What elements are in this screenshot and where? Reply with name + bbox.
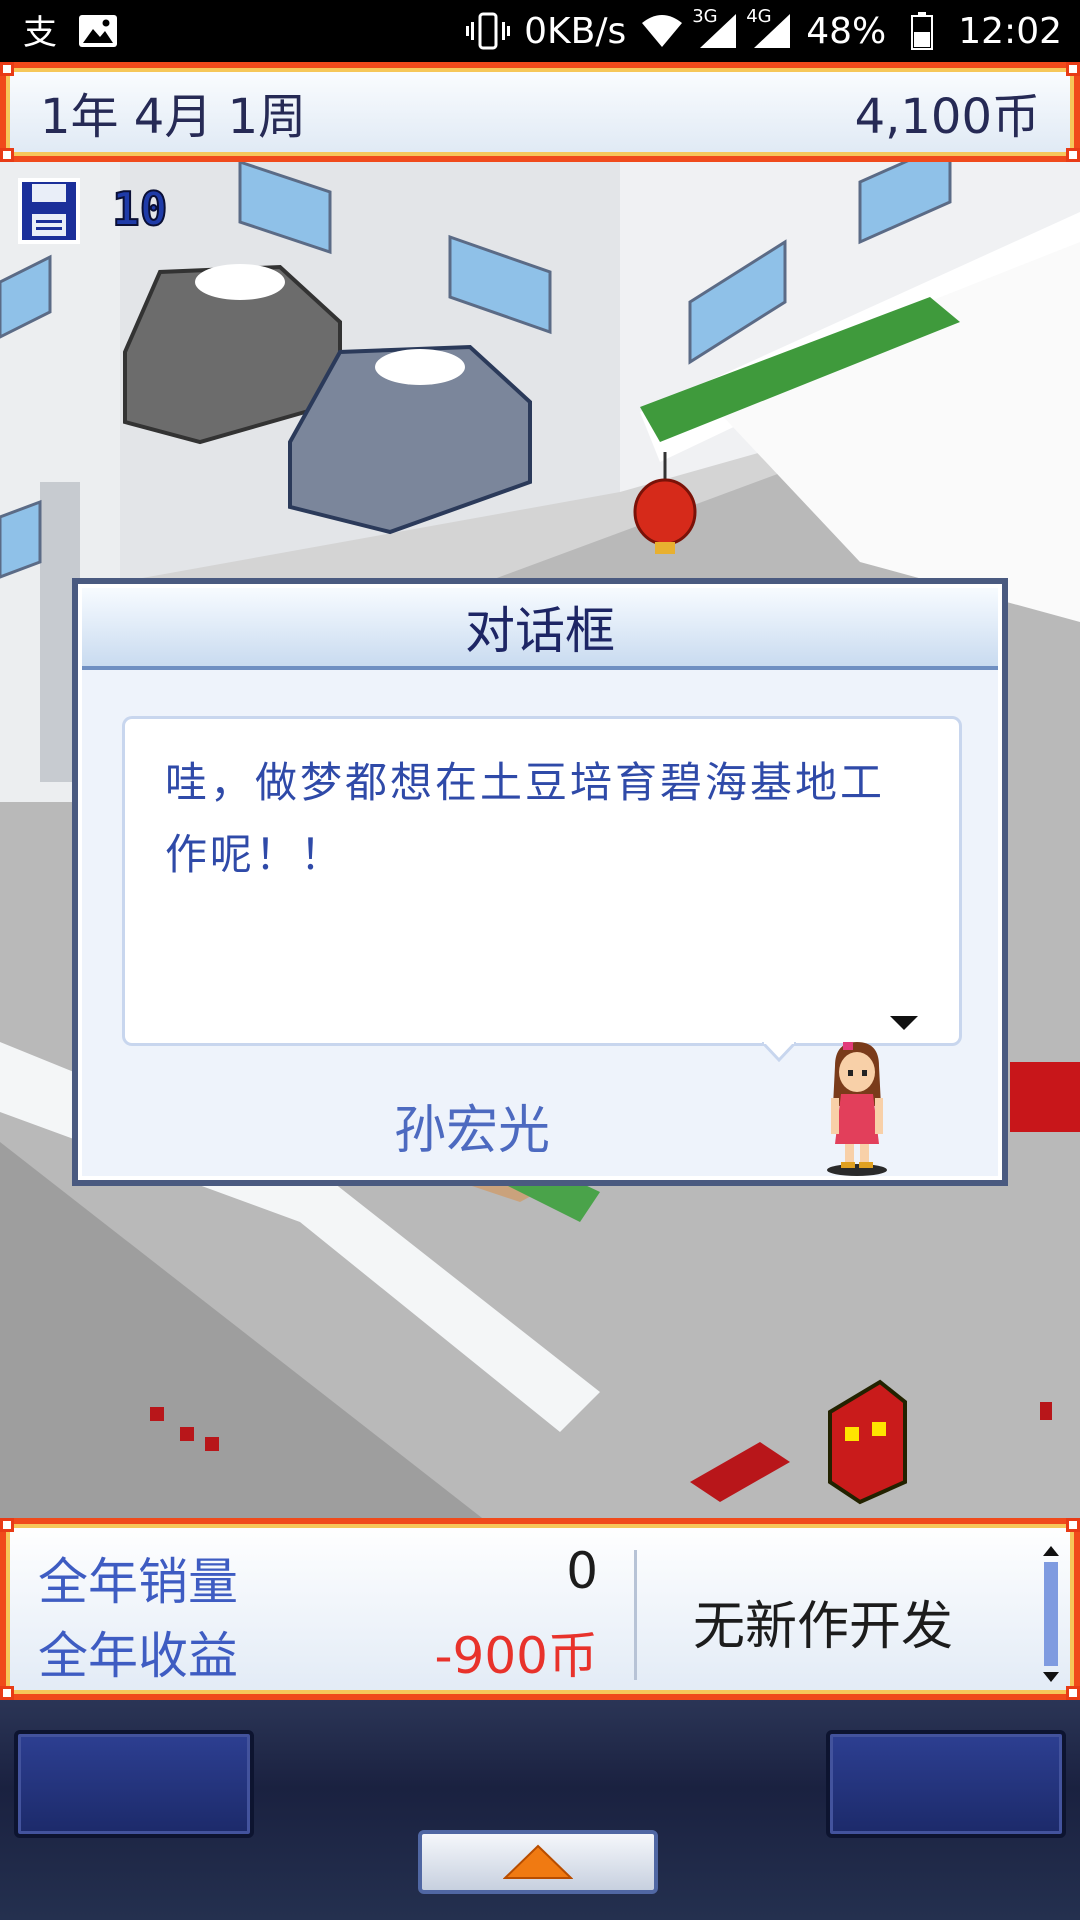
character-sprite: [827, 1042, 887, 1176]
coin-balance: 4,100币: [854, 89, 1040, 145]
annual-profit-label: 全年收益: [38, 1627, 238, 1685]
annual-sales-label: 全年销量: [38, 1553, 238, 1611]
development-status: 无新作开发: [692, 1597, 953, 1657]
up-arrow-icon: [503, 1844, 573, 1879]
battery-icon: [900, 11, 944, 51]
expand-menu-button[interactable]: [418, 1830, 658, 1894]
net-speed: 0KB/s: [524, 10, 627, 52]
dialog-window[interactable]: 对话框 哇，做梦都想在土豆培育碧海基地工作呢！！ 孙宏光: [72, 578, 1008, 1186]
right-menu-button[interactable]: [826, 1730, 1066, 1838]
vibrate-icon: [466, 11, 511, 51]
annual-profit-value: -900币: [434, 1627, 598, 1685]
wifi-icon: [640, 11, 684, 51]
alipay-icon: 支: [18, 11, 62, 51]
image-icon: [76, 11, 120, 51]
date-coin-bar: 1年 4月 1周 4,100币: [0, 62, 1080, 162]
status-bar: 支 0KB/s 3G 4G 48% 12:02: [0, 0, 1080, 62]
dialog-title: 对话框: [82, 588, 998, 670]
clock: 12:02: [958, 10, 1062, 52]
speaker-name: 孙宏光: [393, 1101, 550, 1161]
game-date: 1年 4月 1周: [40, 89, 307, 145]
battery-percent: 48%: [806, 10, 887, 52]
speech-tail-icon: [762, 1042, 796, 1062]
left-menu-button[interactable]: [14, 1730, 254, 1838]
floppy-disk-icon[interactable]: [18, 178, 80, 244]
panel-scrollbar[interactable]: [1040, 1544, 1062, 1684]
next-arrow-icon[interactable]: [890, 1016, 918, 1032]
annual-sales-value: 0: [566, 1542, 598, 1600]
bottom-navigation: [0, 1700, 1080, 1920]
panel-divider: [634, 1550, 637, 1680]
svg-text:支: 支: [23, 13, 57, 50]
sim2-label: 4G: [746, 6, 772, 27]
save-count: 10: [111, 181, 168, 237]
dialog-message: 哇，做梦都想在土豆培育碧海基地工作呢！！: [165, 758, 886, 879]
sim1-label: 3G: [692, 6, 718, 27]
annual-stats-panel[interactable]: 全年销量 0 全年收益 -900币 无新作开发: [0, 1518, 1080, 1700]
dialog-message-box[interactable]: 哇，做梦都想在土豆培育碧海基地工作呢！！: [122, 716, 962, 1046]
